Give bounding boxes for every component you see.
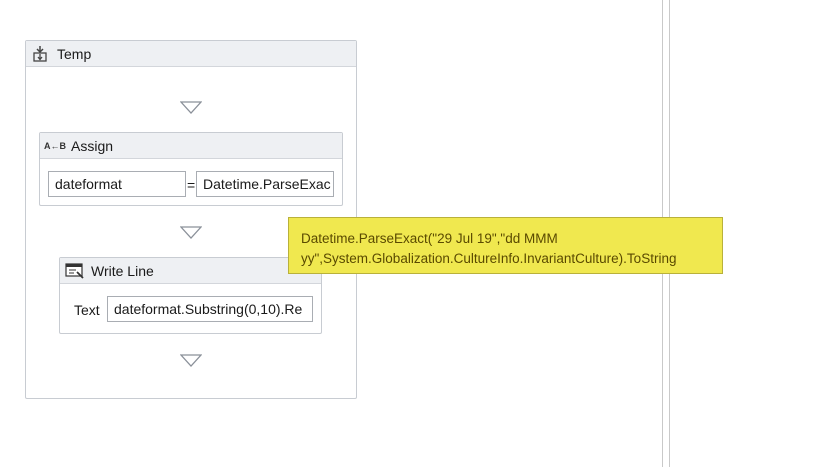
expression-tooltip: Datetime.ParseExact("29 Jul 19","dd MMM … [288, 217, 723, 274]
write-line-text-label: Text [74, 302, 100, 318]
assign-value-field[interactable]: Datetime.ParseExac [196, 171, 334, 197]
write-line-activity[interactable]: Write Line Text dateformat.Substring(0,1… [59, 257, 322, 334]
assign-header[interactable]: A←B Assign [40, 133, 342, 159]
write-line-icon [64, 262, 86, 279]
workflow-designer-canvas: Temp A←B Assign dateformat = Datetime.Pa… [0, 0, 813, 467]
sequence-header[interactable]: Temp [26, 41, 356, 67]
assign-activity[interactable]: A←B Assign dateformat = Datetime.ParseEx… [39, 132, 343, 206]
assign-to-field[interactable]: dateformat [48, 171, 186, 197]
tooltip-line-1: Datetime.ParseExact("29 Jul 19","dd MMM [301, 231, 558, 246]
assign-equals-sign: = [187, 177, 196, 193]
sequence-title: Temp [57, 45, 92, 62]
write-line-header[interactable]: Write Line [60, 258, 321, 284]
tooltip-line-2: yy",System.Globalization.CultureInfo.Inv… [301, 251, 677, 266]
write-line-text-field[interactable]: dateformat.Substring(0,10).Re [107, 296, 313, 322]
assign-icon: A←B [44, 140, 66, 151]
assign-title: Assign [71, 137, 114, 154]
write-line-title: Write Line [91, 262, 154, 279]
sequence-icon [31, 45, 49, 63]
